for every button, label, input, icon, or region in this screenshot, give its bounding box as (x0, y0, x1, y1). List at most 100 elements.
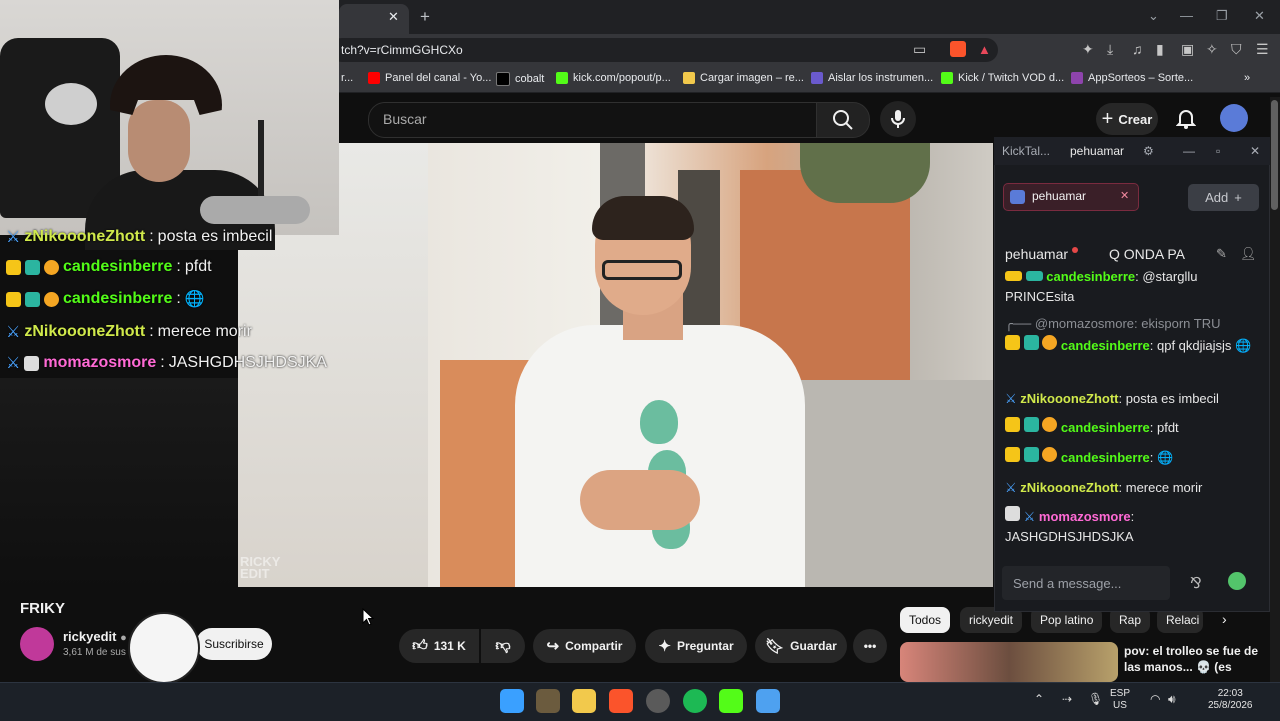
new-tab-icon[interactable]: + (420, 7, 430, 27)
bookmark-1[interactable]: cobalt (496, 72, 544, 86)
chip-todos[interactable]: Todos (900, 607, 951, 633)
bookmark-3[interactable]: Cargar imagen – re... (683, 72, 804, 84)
bookmark-4[interactable]: Aislar los instrumen... (811, 72, 933, 84)
wifi-icon[interactable]: ◠ (1150, 692, 1160, 706)
chat-colon: : (149, 228, 154, 245)
tray-mic-icon[interactable]: 🎙︎ (1088, 692, 1103, 706)
notepad-icon[interactable] (756, 689, 780, 713)
webcam-streamer-face (128, 100, 190, 182)
bookmark-6[interactable]: AppSorteos – Sorte... (1071, 72, 1193, 84)
chat-message: 🌐 (1156, 450, 1174, 465)
recommended-title[interactable]: pov: el trolleo se fue de las manos... 💀… (1124, 643, 1274, 675)
kick-app-icon[interactable] (719, 689, 743, 713)
kick-close-icon[interactable]: ✕ (1250, 144, 1260, 158)
obs-icon[interactable] (646, 689, 670, 713)
url-text[interactable]: tch?v=rCimmGGHCXo (341, 43, 463, 57)
chat-username: zNikoooneZhott (24, 228, 146, 245)
start-icon[interactable] (500, 689, 524, 713)
video-person-hair (592, 196, 694, 240)
leo-ai-icon[interactable]: ✧ (1206, 41, 1218, 58)
window-close-icon[interactable]: ✕ (1254, 8, 1265, 24)
taskbar-app-icon[interactable] (536, 689, 560, 713)
voice-search-button[interactable] (880, 101, 916, 137)
kick-maximize-icon[interactable]: ▫ (1216, 144, 1220, 158)
create-button[interactable]: + Crear (1096, 103, 1158, 135)
user-icon[interactable]: 👤︎ (1240, 246, 1257, 262)
add-label: Add (1205, 190, 1229, 205)
chat-colon: : (160, 354, 165, 371)
share-button[interactable]: ↪ Compartir (533, 629, 636, 663)
minimize-icon[interactable]: — (1180, 8, 1193, 23)
ask-label: Preguntar (676, 639, 734, 653)
chat-username: candesinberre (1046, 269, 1136, 284)
tray-app-icon[interactable]: ⇢ (1062, 692, 1072, 706)
scrollbar-thumb[interactable] (1271, 100, 1278, 210)
wallet-icon[interactable]: ▣ (1181, 41, 1194, 58)
emote-picker-icon[interactable]: ⅋ (1190, 574, 1202, 592)
search-button[interactable] (816, 102, 870, 138)
cast-icon[interactable]: ▭ (913, 41, 926, 58)
bookmarks-overflow-icon[interactable]: » (1244, 72, 1250, 84)
channel-avatar[interactable] (20, 627, 54, 661)
kick-tab-channel[interactable]: pehuamar (1070, 144, 1124, 158)
media-icon[interactable]: ♫ (1132, 41, 1143, 57)
tray-language[interactable]: ESP US (1110, 688, 1130, 712)
video-person-hands (580, 470, 700, 530)
vpn-icon[interactable]: ⛉ (1231, 41, 1242, 58)
vocal-icon (811, 72, 823, 84)
add-channel-button[interactable]: Add + (1188, 184, 1259, 211)
kick-chat-message: ⚔ zNikoooneZhott: merece morir (1005, 478, 1263, 498)
kick-chat-message: candesinberre: 🌐 (1005, 447, 1263, 468)
chips-next-icon[interactable]: › (1222, 611, 1227, 627)
crown-badge-icon (1005, 447, 1020, 462)
kick-emote-icon[interactable] (1228, 572, 1246, 590)
create-label: Crear (1118, 111, 1153, 127)
kick-tab-app[interactable]: KickTal... (1002, 144, 1050, 158)
search-input[interactable] (368, 102, 818, 138)
bookmark-label: AppSorteos – Sorte... (1088, 72, 1194, 84)
left-dark-area (0, 378, 238, 588)
bookmark-2[interactable]: kick.com/popout/p... (556, 72, 671, 84)
file-explorer-icon[interactable] (572, 689, 596, 713)
download-icon[interactable]: ⤓ (1107, 41, 1113, 58)
channel-name[interactable]: rickyedit ● (63, 629, 127, 644)
notifications-bell-icon[interactable] (1176, 108, 1196, 130)
dislike-button[interactable]: 👎︎ (481, 629, 525, 663)
volume-icon[interactable]: 🔊︎ (1168, 692, 1176, 707)
pin-icon[interactable]: ✎ (1216, 246, 1227, 262)
kick-minimize-icon[interactable]: — (1183, 144, 1195, 158)
bookmark-5[interactable]: Kick / Twitch VOD d... (941, 72, 1064, 84)
extensions-icon[interactable]: ✦ (1082, 41, 1094, 58)
channel-name-text: rickyedit (63, 629, 117, 644)
brave-rewards-icon[interactable]: ▲ (978, 42, 991, 57)
chat-message: JASHGDHSJHDSJKA (1005, 529, 1134, 544)
tab-close-icon[interactable]: ✕ (388, 9, 399, 25)
crown-badge-icon (6, 259, 21, 275)
settings-icon[interactable]: ⚙ (1143, 144, 1154, 158)
subscribe-button[interactable]: Suscribirse (196, 628, 272, 660)
account-avatar[interactable] (1220, 104, 1248, 132)
sword-icon: ⚔ (6, 355, 21, 372)
tab-search-chevron-icon[interactable]: ⌄ (1148, 8, 1159, 24)
spotify-icon[interactable] (683, 689, 707, 713)
chip-remove-icon[interactable]: ✕ (1120, 189, 1129, 202)
tray-clock[interactable]: 22:03 25/8/2026 (1208, 688, 1253, 712)
brave-shield-icon[interactable] (950, 41, 966, 57)
bookmark-truncated[interactable]: r... (341, 72, 353, 84)
bookmark-0[interactable]: Panel del canal - Yo... (368, 72, 491, 84)
brave-browser-icon[interactable] (609, 689, 633, 713)
chat-message: pfdt (1156, 420, 1179, 435)
like-button[interactable]: 👍︎ 131 K (399, 629, 479, 663)
recommended-thumbnail[interactable] (900, 642, 1118, 682)
menu-icon[interactable]: ☰ (1256, 41, 1269, 58)
plus-icon: + (1101, 107, 1114, 130)
sidebar-icon[interactable]: ▮ (1156, 41, 1164, 58)
more-actions-button[interactable]: ••• (853, 629, 887, 663)
ask-button[interactable]: ✦ Preguntar (645, 629, 747, 663)
overlay-chat-line: candesinberre: pfdt (6, 258, 212, 276)
channel-subscribers: 3,61 M de sus (63, 647, 126, 658)
tray-overflow-icon[interactable]: ⌃ (1034, 692, 1044, 706)
message-input-placeholder: Send a message... (1013, 576, 1122, 591)
save-button[interactable]: 🔖︎ Guardar (755, 629, 847, 663)
maximize-icon[interactable]: ❐ (1216, 8, 1228, 24)
